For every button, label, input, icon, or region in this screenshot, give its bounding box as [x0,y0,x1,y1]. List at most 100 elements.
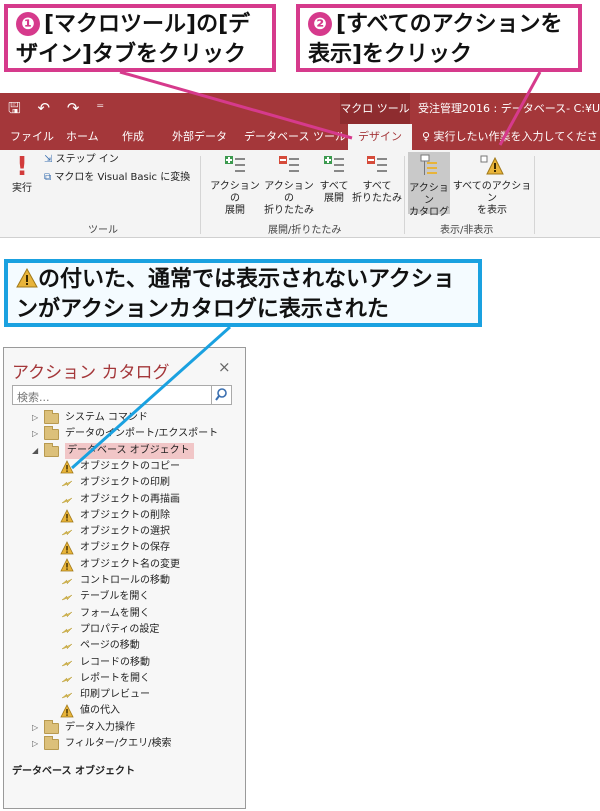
show-all-actions-button[interactable]: すべてのアクション を表示 [452,154,532,217]
action-catalog-icon [420,154,437,175]
tree-action-label: プロパティの設定 [80,623,160,635]
expand-action-label-1: アクションの [210,181,260,204]
action-bolt-icon [61,578,73,585]
callout-step-1: ❶ [マクロツール]の[デザイン]タブをクリック [4,4,276,72]
tree-action-label: オブジェクト名の変更 [80,558,180,570]
tree-action-label: オブジェクトの印刷 [80,477,170,489]
tree-folder[interactable]: ▷ フィルター/クエリ/検索 [4,736,245,752]
pane-footer: データベース オブジェクト [12,766,135,777]
callout-step-1-text: [マクロツール]の[デザイン]タブをクリック [16,12,251,67]
tree-action-item[interactable]: 値の代入 [4,703,245,719]
collapse-action-button[interactable]: アクションの 折りたたみ [262,154,316,217]
tree-action-item[interactable]: テーブルを開く [4,589,245,605]
expanded-arrow-icon[interactable]: ◢ [32,443,38,459]
tree-action-label: オブジェクトの再描画 [80,493,180,505]
folder-icon [44,736,59,750]
callout-step-2-text: [すべてのアクションを表示]をクリック [308,12,563,67]
tree-action-item[interactable]: オブジェクト名の変更 [4,557,245,573]
search-button[interactable] [211,386,231,404]
convert-to-vba-button[interactable]: ⧉ マクロを Visual Basic に変換 [44,172,190,184]
action-bolt-icon [61,692,73,699]
collapsed-arrow-icon[interactable]: ▷ [32,720,38,736]
warning-icon [60,557,74,572]
tree-folder-label: フィルター/クエリ/検索 [65,738,172,749]
tree-action-item[interactable]: ページの移動 [4,638,245,654]
step-2-badge: ❷ [308,12,332,36]
tree-action-item[interactable]: コントロールの移動 [4,573,245,589]
tree-action-label: オブジェクトの保存 [80,542,170,554]
callout-note-text: の付いた、通常では表示されないアクションがアクションカタログに表示された [16,267,455,322]
warning-icon [60,508,74,523]
group-label-expand-collapse: 展開/折りたたみ [268,225,342,236]
collapse-action-label-2: 折りたたみ [264,205,314,216]
action-catalog-button[interactable]: アクション カタログ [408,152,450,218]
tree-action-item[interactable]: オブジェクトの再描画 [4,492,245,508]
tree-action-item[interactable]: フォームを開く [4,606,245,622]
tree-folder[interactable]: ▷ システム コマンド [4,410,245,426]
tree-folder[interactable]: ▷ データのインポート/エクスポート [4,426,245,442]
tree-action-label: フォームを開く [80,607,150,619]
tree-action-label: オブジェクトの選択 [80,526,170,538]
context-tab-macro-tools: マクロ ツール [340,93,410,124]
folder-icon [44,442,59,457]
tree-action-item[interactable]: レコードの移動 [4,655,245,671]
tree-action-item[interactable]: プロパティの設定 [4,622,245,638]
run-label: 実行 [12,183,32,194]
collapsed-arrow-icon[interactable]: ▷ [32,736,38,752]
folder-icon [44,719,59,734]
search-input[interactable] [13,388,209,407]
expand-action-button[interactable]: アクションの 展開 [208,154,262,217]
action-bolt-icon [61,611,73,617]
action-bolt-icon [61,676,73,683]
show-all-actions-label-1: すべてのアクション [452,181,532,204]
tree-folder-selected[interactable]: ◢ データベース オブジェクト [4,442,245,459]
folder-icon [44,410,59,424]
tab-create[interactable]: 作成 [122,124,144,150]
tree-action-label: テーブルを開く [80,591,150,603]
expand-all-label-1: すべて [319,181,349,192]
tree-action-item[interactable]: オブジェクトの印刷 [4,475,245,491]
convert-label: マクロを Visual Basic に変換 [54,172,191,183]
tree-action-item[interactable]: オブジェクトのコピー [4,459,245,475]
tree-action-label: オブジェクトの削除 [80,509,170,521]
quick-access-toolbar[interactable]: 🖫 ↶ ↷ ⁼ [8,98,110,123]
run-button[interactable]: ! 実行 [8,154,36,195]
tell-me-box[interactable]: ♀ 実行したい作業を入力してくださ [422,124,598,150]
tree-folder-label: データベース オブジェクト [65,442,194,459]
tree-action-item[interactable]: オブジェクトの選択 [4,524,245,540]
collapsed-arrow-icon[interactable]: ▷ [32,426,38,442]
group-label-tools: ツール [88,225,118,236]
tree-action-label: レコードの移動 [80,656,150,668]
tab-database-tools[interactable]: データベース ツール [244,124,346,150]
step-1-badge: ❶ [16,12,40,36]
collapse-all-button[interactable]: すべて 折りたたみ [352,154,402,205]
tab-file[interactable]: ファイル [10,124,54,150]
close-icon[interactable]: × [218,358,231,376]
tree-folder[interactable]: ▷ データ入力操作 [4,719,245,736]
tree-action-item[interactable]: 印刷プレビュー [4,687,245,703]
expand-all-label-2: 展開 [324,193,344,204]
tree-folder-label: データのインポート/エクスポート [65,428,219,440]
group-separator [200,156,201,234]
tab-external-data[interactable]: 外部データ [172,124,227,150]
expand-all-button[interactable]: すべて 展開 [316,154,352,205]
search-icon [215,388,227,401]
title-bar: 🖫 ↶ ↷ ⁼ マクロ ツール 受注管理2016 : データベース- C:¥U [0,93,600,124]
exclamation-icon: ! [16,152,28,182]
show-all-actions-icon [480,155,504,175]
tree-action-label: オブジェクトのコピー [80,460,180,472]
tree-action-item[interactable]: レポートを開く [4,671,245,687]
expand-icon [225,156,245,172]
tab-home[interactable]: ホーム [66,124,99,150]
tree-folder-label: システム コマンド [65,412,148,423]
action-bolt-icon [61,529,73,536]
collapse-all-label-2: 折りたたみ [352,193,402,204]
step-in-button[interactable]: ⇲ ステップ イン [44,154,119,166]
tree-action-item[interactable]: オブジェクトの保存 [4,540,245,556]
action-catalog-pane: アクション カタログ × ▷ システム コマンド ▷ データのインポート/エクスポート… [3,347,246,809]
collapsed-arrow-icon[interactable]: ▷ [32,410,38,426]
collapse-action-label-1: アクションの [264,181,314,204]
tab-design[interactable]: デザイン [348,124,412,150]
callout-step-2: ❷ [すべてのアクションを表示]をクリック [296,4,582,72]
tree-action-item[interactable]: オブジェクトの削除 [4,508,245,524]
